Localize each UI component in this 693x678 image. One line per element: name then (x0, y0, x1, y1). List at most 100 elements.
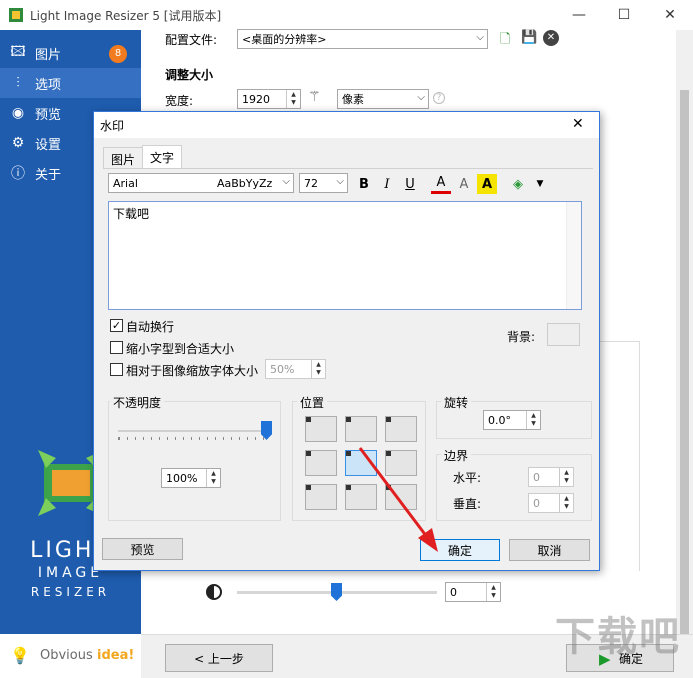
add-profile-icon[interactable]: 🗋 (500, 30, 510, 52)
watermark-text-area[interactable]: 下载吧 (108, 201, 582, 310)
dialog-title: 水印 (100, 119, 125, 133)
sidebar-item-options[interactable]: ⫶ 选项 (0, 68, 141, 98)
underline-button[interactable]: U (400, 174, 420, 194)
delete-profile-icon[interactable]: ✕ (543, 30, 559, 46)
position-middle-left[interactable] (305, 450, 337, 476)
opacity-slider-ticks (118, 437, 266, 440)
shrink-checkbox[interactable] (110, 341, 123, 354)
watermark-overlay: 下载吧 (555, 614, 681, 660)
vertical-input[interactable]: 0 ▲ ▼ (528, 493, 574, 513)
maximize-button[interactable]: ☐ (601, 0, 647, 30)
opacity-value: 100% (166, 471, 198, 485)
border-title: 边界 (441, 447, 472, 464)
auto-wrap-checkbox[interactable]: ✓ (110, 319, 123, 332)
horizontal-spinner[interactable]: ▲ ▼ (559, 468, 573, 486)
vertical-value: 0 (533, 496, 540, 510)
relative-size-value: 50% (270, 362, 295, 376)
brand-prefix: Obvious (40, 648, 93, 663)
relative-size-checkbox[interactable] (110, 363, 123, 376)
width-spinner[interactable]: ▲ ▼ (286, 90, 300, 108)
brightness-spinner[interactable]: ▲ ▼ (486, 583, 500, 601)
position-bottom-right[interactable] (385, 484, 417, 510)
auto-wrap-label: 自动换行 (126, 320, 175, 334)
rotation-input[interactable]: 0.0° ▲ ▼ (483, 410, 541, 430)
relative-size-spinner[interactable]: ▲ ▼ (311, 360, 325, 378)
position-bottom-left[interactable] (305, 484, 337, 510)
position-center[interactable] (345, 450, 377, 476)
position-top-center[interactable] (345, 416, 377, 442)
font-size-select[interactable]: 72 ⌵ (299, 173, 348, 193)
sliders-icon: ⫶ (16, 75, 20, 91)
sidebar-item-label: 预览 (35, 107, 62, 123)
position-top-left[interactable] (305, 416, 337, 442)
width-value: 1920 (242, 92, 270, 106)
brand-suffix: idea! (97, 648, 135, 663)
background-label: 背景: (507, 330, 536, 344)
magic-wand-icon[interactable]: ⚚ (308, 89, 321, 105)
images-icon: 🖾 (10, 44, 26, 60)
dialog-close-button[interactable]: ✕ (572, 116, 584, 132)
opacity-slider-track[interactable] (118, 430, 266, 432)
close-button[interactable]: ✕ (647, 0, 693, 30)
help-icon[interactable]: ? (433, 92, 445, 104)
horizontal-value: 0 (533, 470, 540, 484)
profile-value: <桌面的分辨率> (242, 33, 327, 46)
gear-icon: ⚙ (11, 135, 25, 151)
profile-select[interactable]: <桌面的分辨率> ⌵ (237, 29, 488, 49)
tab-image[interactable]: 图片 (103, 147, 144, 168)
position-middle-right[interactable] (385, 450, 417, 476)
brightness-value: 0 (450, 585, 457, 599)
opacity-spinner[interactable]: ▲ ▼ (206, 469, 220, 487)
shrink-label: 缩小字型到合适大小 (126, 342, 235, 356)
preview-button[interactable]: 预览 (102, 538, 183, 560)
sidebar-item-label: 设置 (35, 137, 62, 153)
chevron-down-icon: ⌵ (336, 176, 344, 187)
profile-label: 配置文件: (165, 33, 218, 47)
position-top-right[interactable] (385, 416, 417, 442)
opacity-input[interactable]: 100% ▲ ▼ (161, 468, 221, 488)
tab-text[interactable]: 文字 (142, 145, 183, 168)
bold-button[interactable]: B (354, 174, 374, 194)
font-color-icon[interactable]: A (431, 174, 451, 194)
italic-button[interactable]: I (377, 174, 397, 194)
back-button[interactable]: < 上一步 (165, 644, 273, 672)
title-bar: Light Image Resizer 5 [试用版本] — ☐ ✕ (0, 0, 693, 30)
highlight-color-icon[interactable]: A (477, 174, 497, 194)
width-input[interactable]: 1920 ▲ ▼ (237, 89, 301, 109)
unit-value: 像素 (342, 93, 364, 106)
lightbulb-icon: 💡 (10, 646, 30, 665)
resize-heading: 调整大小 (165, 68, 214, 82)
brightness-input[interactable]: 0 ▲ ▼ (445, 582, 501, 602)
main-scrollbar[interactable] (676, 30, 693, 635)
chevron-down-icon[interactable]: ▼ (530, 174, 550, 194)
position-grid (305, 416, 419, 511)
outline-color-icon[interactable]: A (454, 174, 474, 194)
save-icon[interactable]: 💾 (521, 30, 537, 45)
background-color-swatch[interactable] (547, 323, 580, 346)
opacity-group (108, 401, 281, 521)
minimize-button[interactable]: — (556, 0, 602, 30)
vertical-spinner[interactable]: ▲ ▼ (559, 494, 573, 512)
text-scrollbar[interactable] (566, 202, 581, 309)
sidebar-item-images[interactable]: 🖾 图片 8 (0, 38, 141, 68)
position-bottom-center[interactable] (345, 484, 377, 510)
dialog-cancel-button[interactable]: 取消 (509, 539, 590, 561)
position-title: 位置 (297, 394, 328, 411)
horizontal-input[interactable]: 0 ▲ ▼ (528, 467, 574, 487)
dialog-ok-button[interactable]: 确定 (420, 539, 500, 561)
chevron-down-icon: ⌵ (417, 92, 425, 103)
window-title: Light Image Resizer 5 [试用版本] (30, 9, 222, 23)
rotation-spinner[interactable]: ▲ ▼ (526, 411, 540, 429)
dialog-title-bar: 水印 (94, 112, 599, 138)
logo-line-3: RESIZER (30, 585, 111, 599)
scrollbar-thumb[interactable] (680, 90, 689, 635)
font-select[interactable]: Arial AaBbYyZz ⌵ (108, 173, 294, 193)
relative-size-input[interactable]: 50% ▲ ▼ (265, 359, 326, 379)
watermark-dialog: 水印 ✕ 图片 文字 Arial AaBbYyZz ⌵ 72 ⌵ B I U A… (93, 111, 600, 571)
brand-footer: 💡 Obvious idea! (0, 634, 141, 678)
tag-icon[interactable]: ◈ (508, 174, 528, 194)
unit-select[interactable]: 像素 ⌵ (337, 89, 429, 109)
brightness-slider-thumb[interactable] (331, 583, 342, 601)
rotation-value: 0.0° (488, 413, 511, 427)
relative-size-label: 相对于图像缩放字体大小 (126, 364, 259, 378)
